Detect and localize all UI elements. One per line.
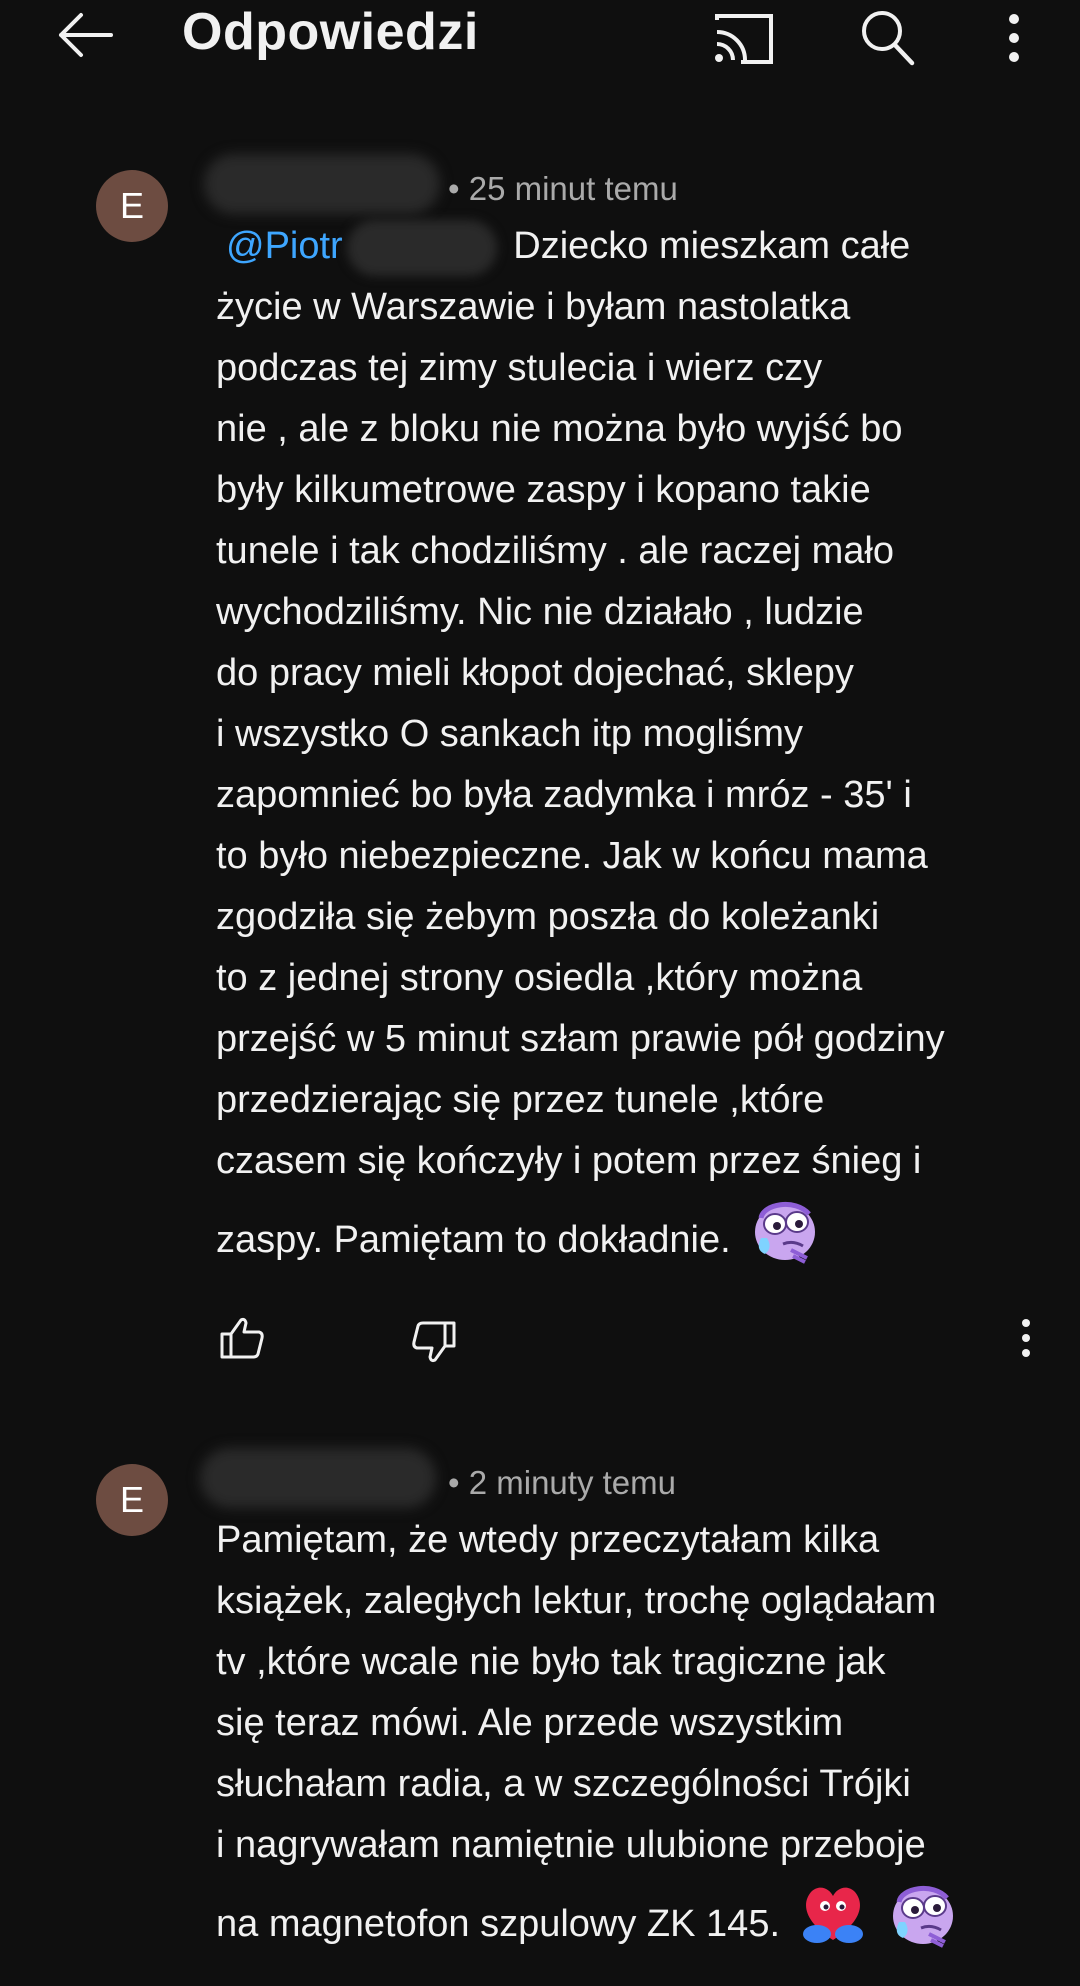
page-title: Odpowiedzi — [182, 3, 479, 61]
comment-timestamp: • 2 minuty temu — [448, 1464, 676, 1501]
comment-line: się teraz mówi. Ale przede wszystkim — [216, 1702, 844, 1744]
comment-line: tv ,które wcale nie było tak tragiczne j… — [216, 1641, 886, 1683]
comment-line: na magnetofon szpulowy ZK 145. — [216, 1903, 781, 1946]
comment-text: @Piotr Dziecko mieszkam całe życie w War… — [216, 216, 1056, 1272]
comment-line: Pamiętam, że wtedy przeczytałam kilka — [216, 1519, 880, 1561]
comment-line: zgodziła się żebym poszła do koleżanki — [216, 896, 880, 938]
comment-more-button[interactable] — [1010, 1308, 1042, 1368]
comment-line: i nagrywałam namiętnie ulubione przeboje — [216, 1824, 926, 1866]
avatar[interactable]: E — [96, 1464, 168, 1536]
author-name-redacted[interactable] — [200, 1448, 436, 1508]
comment-actions — [0, 1308, 1080, 1368]
comment-text: Pamiętam, że wtedy przeczytałam kilka ks… — [216, 1510, 1056, 1956]
cast-icon — [715, 14, 773, 64]
mention-link[interactable]: @Piotr — [226, 225, 343, 267]
author-name-redacted[interactable] — [204, 154, 440, 214]
thumbs-down-icon — [412, 1321, 456, 1363]
comment-line: nie , ale z bloku nie można było wyjść b… — [216, 408, 903, 450]
comment-line: życie w Warszawie i byłam nastolatka — [216, 286, 851, 328]
search-button[interactable] — [852, 4, 922, 70]
avatar[interactable]: E — [96, 170, 168, 242]
comment-line: były kilkumetrowe zaspy i kopano takie — [216, 469, 871, 511]
comment-line: przedzierając się przez tunele ,które — [216, 1079, 825, 1121]
comment-line: wychodziliśmy. Nic nie działało , ludzie — [216, 591, 864, 633]
comment-line: tunele i tak chodziliśmy . ale raczej ma… — [216, 530, 894, 572]
comment-line: i wszystko O sankach itp mogliśmy — [216, 713, 804, 755]
more-options-button[interactable] — [994, 6, 1034, 70]
comment-line: czasem się kończyły i potem przez śnieg … — [216, 1140, 922, 1182]
heart-hug-sticker-icon — [797, 1876, 869, 1976]
back-button[interactable] — [50, 4, 120, 66]
redacted-mention — [346, 219, 497, 276]
comment-line: do pracy mieli kłopot dojechać, sklepy — [216, 652, 854, 694]
dislike-button[interactable] — [404, 1312, 464, 1372]
comment-line: to było niebezpieczne. Jak w końcu mama — [216, 835, 928, 877]
comment-line: zapomnieć bo była zadymka i mróz - 35' i — [216, 774, 912, 816]
comment-line: Dziecko mieszkam całe — [513, 225, 911, 267]
comment-timestamp: • 25 minut temu — [448, 170, 678, 207]
search-icon — [862, 11, 915, 66]
comment-line: książek, zaległych lektur, trochę ogląda… — [216, 1580, 937, 1622]
more-vertical-icon — [1022, 1319, 1030, 1357]
comment-line: przejść w 5 minut szłam prawie pół godzi… — [216, 1018, 945, 1060]
cast-button[interactable] — [704, 6, 784, 70]
like-button[interactable] — [212, 1308, 272, 1368]
top-app-bar: Odpowiedzi — [0, 0, 1080, 80]
arrow-left-icon — [59, 13, 113, 57]
teary-face-sticker-icon — [747, 1192, 819, 1292]
comment-line: zaspy. Pamiętam to dokładnie. — [216, 1219, 731, 1262]
more-vertical-icon — [1009, 14, 1019, 62]
thumbs-up-icon — [220, 1317, 264, 1359]
comment-line: to z jednej strony osiedla ,który można — [216, 957, 863, 999]
teary-face-sticker-icon — [885, 1876, 957, 1976]
comment-line: podczas tej zimy stulecia i wierz czy — [216, 347, 823, 389]
comment-line: słuchałam radia, a w szczególności Trójk… — [216, 1763, 911, 1805]
